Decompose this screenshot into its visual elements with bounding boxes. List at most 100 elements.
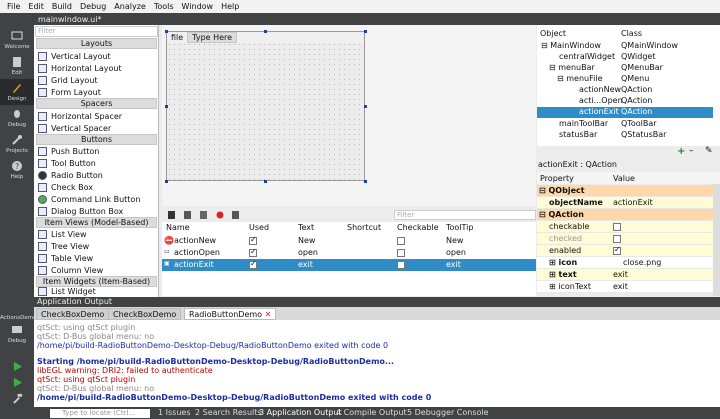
widget-list-view[interactable]: List View bbox=[38, 228, 87, 240]
category-spacers[interactable]: Spacers bbox=[36, 98, 157, 109]
close-icon[interactable]: ✕ bbox=[265, 310, 272, 319]
checkable-checkbox[interactable] bbox=[397, 237, 405, 245]
col-header-object[interactable]: Object bbox=[540, 29, 566, 38]
col-header-class[interactable]: Class bbox=[621, 29, 642, 38]
category-buttons[interactable]: Buttons bbox=[36, 134, 157, 145]
menu-analyze[interactable]: Analyze bbox=[110, 2, 150, 11]
widget-table-view[interactable]: Table View bbox=[38, 252, 93, 264]
add-property-icon[interactable]: + bbox=[677, 146, 685, 157]
tree-item[interactable]: acti...Open QAction bbox=[537, 96, 720, 107]
widget-tree-view[interactable]: Tree View bbox=[38, 240, 89, 252]
resize-handle[interactable] bbox=[264, 30, 267, 33]
resize-handle[interactable] bbox=[264, 180, 267, 183]
mode-edit[interactable]: Edit bbox=[0, 53, 34, 79]
widget-horizontal-spacer[interactable]: Horizontal Spacer bbox=[38, 110, 122, 122]
checkable-checkbox[interactable] bbox=[397, 261, 405, 269]
col-header-used[interactable]: Used bbox=[249, 223, 269, 232]
output-tab-active[interactable]: RadioButtonDemo ✕ bbox=[184, 308, 277, 320]
tree-item-selected[interactable]: actionExit QAction bbox=[537, 107, 713, 118]
tree-item[interactable]: statusBar QStatusBar bbox=[537, 130, 720, 141]
resize-handle[interactable] bbox=[165, 180, 168, 183]
menu-debug[interactable]: Debug bbox=[76, 2, 110, 11]
property-row[interactable]: objectName actionExit bbox=[537, 197, 713, 209]
property-row[interactable]: ⊞ icon close.png bbox=[537, 257, 713, 269]
property-scrollbar[interactable] bbox=[713, 184, 720, 296]
menu-edit[interactable]: Edit bbox=[24, 2, 48, 11]
menu-build[interactable]: Build bbox=[48, 2, 76, 11]
resize-handle[interactable] bbox=[364, 30, 367, 33]
col-header-checkable[interactable]: Checkable bbox=[397, 223, 439, 232]
tree-item[interactable]: actionNew QAction bbox=[537, 85, 720, 96]
run-button[interactable] bbox=[0, 361, 34, 375]
used-checkbox[interactable] bbox=[249, 259, 257, 269]
output-tab[interactable]: CheckBoxDemo bbox=[108, 308, 182, 320]
menu-help[interactable]: Help bbox=[217, 2, 243, 11]
locator-input[interactable]: Type to locate (Ctrl... bbox=[50, 409, 150, 418]
tree-item[interactable]: ⊟ menuFile QMenu bbox=[537, 74, 720, 85]
property-row[interactable]: ⊞ text exit bbox=[537, 269, 713, 281]
output-tab[interactable]: CheckBoxDemo bbox=[36, 308, 110, 320]
col-header-name[interactable]: Name bbox=[166, 223, 190, 232]
widget-column-view[interactable]: Column View bbox=[38, 264, 103, 276]
widget-vertical-spacer[interactable]: Vertical Spacer bbox=[38, 122, 111, 134]
build-button[interactable] bbox=[0, 393, 34, 407]
pane-compile-output[interactable]: 4 Compile Output bbox=[336, 408, 407, 417]
pane-debugger-console[interactable]: 5 Debugger Console bbox=[407, 408, 489, 417]
property-row[interactable]: checkable bbox=[537, 221, 713, 233]
debug-run-button[interactable] bbox=[0, 377, 34, 391]
widget-check-box[interactable]: Check Box bbox=[38, 181, 93, 193]
form-menu-type-here[interactable]: Type Here bbox=[187, 32, 238, 43]
widget-push-button[interactable]: Push Button bbox=[38, 145, 99, 157]
tree-item[interactable]: mainToolBar QToolBar bbox=[537, 119, 720, 130]
kit-selector[interactable]: ActionsDemo Debug bbox=[0, 313, 36, 353]
menu-window[interactable]: Window bbox=[178, 2, 218, 11]
menu-file[interactable]: File bbox=[3, 2, 24, 11]
widget-list-widget[interactable]: List Widget bbox=[38, 287, 96, 296]
mode-welcome[interactable]: Welcome bbox=[0, 27, 34, 53]
resize-handle[interactable] bbox=[165, 30, 168, 33]
col-header-text[interactable]: Text bbox=[298, 223, 314, 232]
widget-filter-input[interactable]: Filter bbox=[35, 26, 158, 37]
widget-vertical-layout[interactable]: Vertical Layout bbox=[38, 50, 111, 62]
widget-command-link-button[interactable]: Command Link Button bbox=[38, 193, 140, 205]
tree-item[interactable]: ⊟ MainWindow QMainWindow bbox=[537, 41, 720, 52]
category-item-views[interactable]: Item Views (Model-Based) bbox=[36, 217, 157, 228]
wrench-icon[interactable]: ✎ bbox=[705, 146, 713, 156]
mode-projects[interactable]: Projects bbox=[0, 131, 34, 157]
used-checkbox[interactable] bbox=[249, 235, 257, 245]
col-header-tooltip[interactable]: ToolTip bbox=[446, 223, 473, 232]
resize-handle[interactable] bbox=[364, 180, 367, 183]
resize-handle[interactable] bbox=[165, 105, 168, 108]
checkable-value-checkbox[interactable] bbox=[613, 223, 621, 231]
tree-item[interactable]: centralWidget QWidget bbox=[537, 52, 720, 63]
widget-radio-button[interactable]: Radio Button bbox=[38, 169, 103, 181]
mode-help[interactable]: ? Help bbox=[0, 157, 34, 183]
widget-dialog-button-box[interactable]: Dialog Button Box bbox=[38, 205, 123, 217]
action-filter-input[interactable]: Filter bbox=[394, 210, 536, 220]
mode-design[interactable]: Design bbox=[0, 79, 34, 105]
remove-property-icon[interactable]: – bbox=[689, 146, 694, 156]
col-header-shortcut[interactable]: Shortcut bbox=[347, 223, 381, 232]
main-window-form[interactable] bbox=[166, 31, 365, 181]
tree-item[interactable]: ⊟ menuBar QMenuBar bbox=[537, 63, 720, 74]
form-menu-file[interactable]: file bbox=[167, 33, 187, 42]
action-row[interactable]: ⛔ actionNew New New bbox=[162, 235, 536, 247]
action-row-selected[interactable]: ▣ actionExit exit exit bbox=[162, 259, 536, 271]
property-row[interactable]: enabled bbox=[537, 245, 713, 257]
checkable-checkbox[interactable] bbox=[397, 249, 405, 257]
widget-horizontal-layout[interactable]: Horizontal Layout bbox=[38, 62, 122, 74]
property-group[interactable]: ⊟ QObject bbox=[537, 185, 713, 197]
enabled-value-checkbox[interactable] bbox=[613, 245, 621, 255]
widget-grid-layout[interactable]: Grid Layout bbox=[38, 74, 98, 86]
category-layouts[interactable]: Layouts bbox=[36, 38, 157, 49]
mode-debug[interactable]: Debug bbox=[0, 105, 34, 131]
document-tab[interactable]: mainwindow.ui* bbox=[34, 13, 101, 25]
pane-search-results[interactable]: 2 Search Results bbox=[195, 408, 262, 417]
pane-issues[interactable]: 1 Issues bbox=[158, 408, 191, 417]
widget-form-layout[interactable]: Form Layout bbox=[38, 86, 101, 98]
menu-tools[interactable]: Tools bbox=[150, 2, 178, 11]
used-checkbox[interactable] bbox=[249, 247, 257, 257]
action-row[interactable]: ▭ actionOpen open open bbox=[162, 247, 536, 259]
checked-value-checkbox[interactable] bbox=[613, 235, 621, 243]
property-row[interactable]: ⊞ iconText exit bbox=[537, 281, 713, 293]
